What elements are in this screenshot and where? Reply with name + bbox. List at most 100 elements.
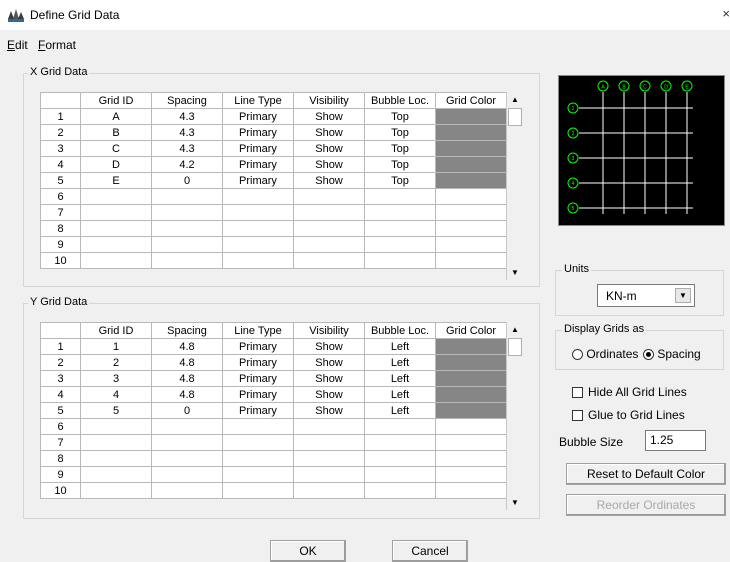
close-icon[interactable]: × (722, 6, 730, 21)
grid-id-cell[interactable]: 5 (80, 402, 152, 419)
bubble-loc-cell[interactable]: Top (364, 108, 436, 125)
grid-id-cell[interactable] (80, 418, 152, 435)
spacing-cell[interactable]: 4.3 (151, 124, 223, 141)
line-type-cell[interactable] (222, 236, 294, 253)
table-row[interactable]: 3 3 4.8 Primary Show Left (40, 370, 507, 387)
bubble-loc-cell[interactable] (364, 482, 436, 499)
bubble-loc-cell[interactable] (364, 236, 436, 253)
grid-color-cell[interactable] (435, 220, 507, 237)
spacing-cell[interactable] (151, 482, 223, 499)
bubble-loc-cell[interactable]: Left (364, 402, 436, 419)
cancel-button[interactable]: Cancel (392, 540, 468, 562)
visibility-cell[interactable]: Show (293, 124, 365, 141)
chevron-down-icon[interactable]: ▼ (675, 288, 691, 303)
grid-color-cell[interactable] (435, 108, 507, 125)
table-row[interactable]: 6 (40, 188, 507, 205)
line-type-cell[interactable]: Primary (222, 402, 294, 419)
line-type-cell[interactable] (222, 482, 294, 499)
line-type-cell[interactable]: Primary (222, 108, 294, 125)
scroll-up-icon[interactable]: ▲ (507, 92, 523, 107)
spacing-radio-circle[interactable] (643, 349, 654, 360)
grid-color-cell[interactable] (435, 338, 507, 355)
spacing-cell[interactable] (151, 188, 223, 205)
grid-id-cell[interactable]: 4 (80, 386, 152, 403)
visibility-cell[interactable] (293, 188, 365, 205)
grid-color-cell[interactable] (435, 434, 507, 451)
visibility-cell[interactable] (293, 418, 365, 435)
glue-checkbox-box[interactable] (572, 410, 583, 421)
hide-all-grid-lines-checkbox[interactable]: Hide All Grid Lines (572, 385, 687, 399)
spacing-cell[interactable] (151, 220, 223, 237)
visibility-cell[interactable] (293, 482, 365, 499)
menu-edit[interactable]: Edit (7, 38, 28, 52)
y-grid-scrollbar[interactable]: ▲ ▼ (506, 322, 523, 510)
grid-id-cell[interactable] (80, 466, 152, 483)
table-row[interactable]: 9 (40, 236, 507, 253)
line-type-cell[interactable]: Primary (222, 156, 294, 173)
spacing-cell[interactable]: 4.3 (151, 140, 223, 157)
spacing-cell[interactable]: 4.8 (151, 338, 223, 355)
grid-color-cell[interactable] (435, 188, 507, 205)
bubble-loc-cell[interactable] (364, 466, 436, 483)
grid-color-cell[interactable] (435, 236, 507, 253)
visibility-cell[interactable]: Show (293, 354, 365, 371)
spacing-cell[interactable] (151, 236, 223, 253)
grid-id-cell[interactable] (80, 450, 152, 467)
grid-color-cell[interactable] (435, 402, 507, 419)
line-type-cell[interactable] (222, 220, 294, 237)
line-type-cell[interactable] (222, 434, 294, 451)
bubble-loc-cell[interactable]: Left (364, 386, 436, 403)
scroll-down-icon[interactable]: ▼ (507, 495, 523, 510)
spacing-cell[interactable]: 4.3 (151, 108, 223, 125)
line-type-cell[interactable]: Primary (222, 338, 294, 355)
grid-color-cell[interactable] (435, 386, 507, 403)
visibility-cell[interactable]: Show (293, 338, 365, 355)
bubble-loc-cell[interactable] (364, 220, 436, 237)
table-row[interactable]: 10 (40, 482, 507, 499)
hide-all-checkbox-box[interactable] (572, 387, 583, 398)
ordinates-radio[interactable]: Ordinates (572, 347, 638, 361)
visibility-cell[interactable]: Show (293, 402, 365, 419)
visibility-cell[interactable]: Show (293, 370, 365, 387)
glue-to-grid-lines-checkbox[interactable]: Glue to Grid Lines (572, 408, 685, 422)
table-row[interactable]: 8 (40, 450, 507, 467)
y-grid-table[interactable]: Grid ID Spacing Line Type Visibility Bubble … (40, 322, 507, 499)
spacing-cell[interactable] (151, 418, 223, 435)
scroll-thumb[interactable] (508, 108, 522, 126)
visibility-cell[interactable]: Show (293, 156, 365, 173)
spacing-cell[interactable] (151, 204, 223, 221)
scroll-down-icon[interactable]: ▼ (507, 265, 523, 280)
spacing-cell[interactable]: 0 (151, 402, 223, 419)
line-type-cell[interactable] (222, 188, 294, 205)
visibility-cell[interactable] (293, 450, 365, 467)
table-row[interactable]: 3 C 4.3 Primary Show Top (40, 140, 507, 157)
menu-format[interactable]: Format (38, 38, 76, 52)
reorder-ordinates-button[interactable]: Reorder Ordinates (566, 494, 726, 516)
grid-id-cell[interactable] (80, 188, 152, 205)
visibility-cell[interactable] (293, 466, 365, 483)
scroll-thumb[interactable] (508, 338, 522, 356)
table-row[interactable]: 5 5 0 Primary Show Left (40, 402, 507, 419)
line-type-cell[interactable]: Primary (222, 124, 294, 141)
line-type-cell[interactable] (222, 466, 294, 483)
spacing-cell[interactable]: 4.2 (151, 156, 223, 173)
spacing-radio[interactable]: Spacing (643, 347, 701, 361)
spacing-cell[interactable]: 4.8 (151, 386, 223, 403)
table-row[interactable]: 1 1 4.8 Primary Show Left (40, 338, 507, 355)
table-row[interactable]: 6 (40, 418, 507, 435)
grid-color-cell[interactable] (435, 450, 507, 467)
grid-color-cell[interactable] (435, 204, 507, 221)
x-grid-scrollbar[interactable]: ▲ ▼ (506, 92, 523, 280)
bubble-loc-cell[interactable] (364, 188, 436, 205)
grid-id-cell[interactable]: B (80, 124, 152, 141)
bubble-loc-cell[interactable]: Left (364, 354, 436, 371)
bubble-loc-cell[interactable]: Top (364, 156, 436, 173)
ok-button[interactable]: OK (270, 540, 346, 562)
grid-color-cell[interactable] (435, 466, 507, 483)
bubble-size-input[interactable]: 1.25 (645, 430, 706, 451)
x-grid-table[interactable]: Grid ID Spacing Line Type Visibility Bubble … (40, 92, 507, 269)
visibility-cell[interactable] (293, 220, 365, 237)
visibility-cell[interactable]: Show (293, 172, 365, 189)
spacing-cell[interactable]: 4.8 (151, 370, 223, 387)
visibility-cell[interactable] (293, 236, 365, 253)
